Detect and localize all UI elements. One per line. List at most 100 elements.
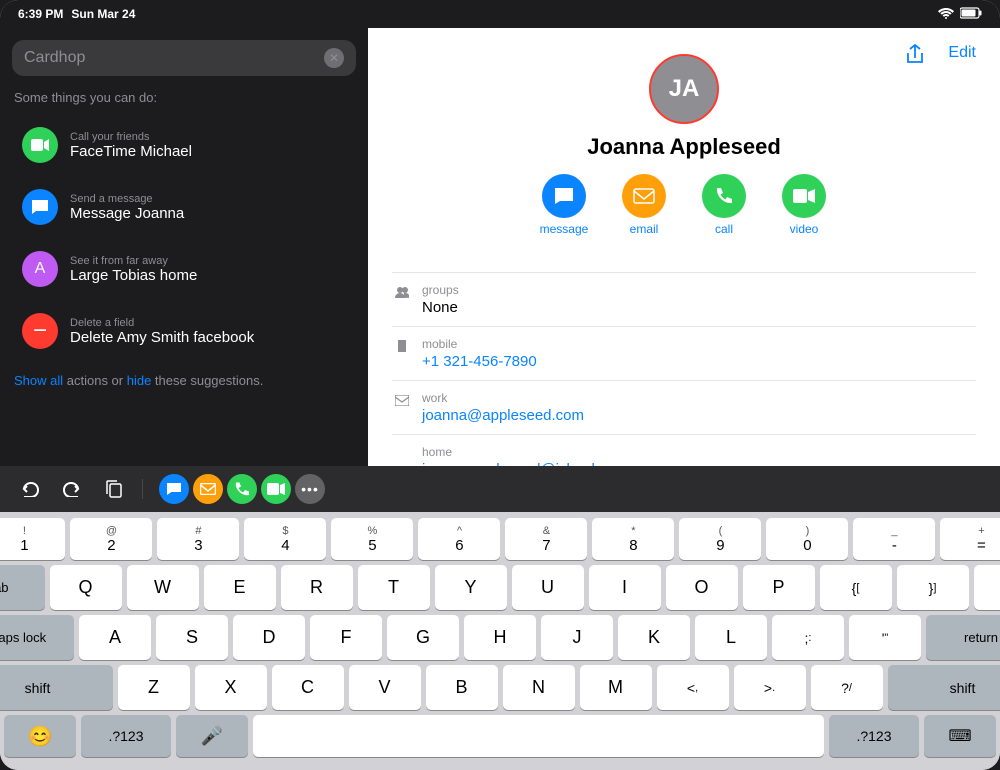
key-quote[interactable]: '" — [849, 615, 921, 660]
key-spacebar[interactable] — [253, 715, 824, 757]
toolbar-message-icon[interactable] — [159, 474, 189, 504]
key-t[interactable]: T — [358, 565, 430, 610]
search-input[interactable] — [24, 49, 324, 67]
mobile-value[interactable]: +1 321-456-7890 — [422, 353, 976, 370]
facetime-text: Call your friends FaceTime Michael — [70, 131, 192, 160]
key-b[interactable]: B — [426, 665, 498, 710]
key-a[interactable]: A — [79, 615, 151, 660]
key-123-right[interactable]: .?123 — [829, 715, 919, 757]
key-7[interactable]: & 7 — [505, 518, 587, 560]
key-w[interactable]: W — [127, 565, 199, 610]
action-call[interactable]: call — [694, 174, 754, 236]
field-home-email[interactable]: home joanna.appleseed@icloud.com — [392, 435, 976, 466]
key-2[interactable]: @ 2 — [70, 518, 152, 560]
key-hide-keyboard[interactable]: ⌨ — [924, 715, 996, 757]
work-email-value[interactable]: joanna@appleseed.com — [422, 407, 976, 424]
key-c[interactable]: C — [272, 665, 344, 710]
key-shift-right[interactable]: shift — [888, 665, 1000, 710]
key-0[interactable]: ) 0 — [766, 518, 848, 560]
keyboard-qwerty-row: tab Q W E R T Y U I O P {[ }] |\ — [4, 565, 996, 610]
key-open-bracket[interactable]: {[ — [820, 565, 892, 610]
mobile-label: mobile — [422, 337, 976, 351]
keyboard[interactable]: ~ ! 1 @ 2 # 3 $ 4 % 5 ^ 6 — [0, 512, 1000, 770]
key-u[interactable]: U — [512, 565, 584, 610]
redo-button[interactable] — [54, 473, 90, 505]
suggestion-message[interactable]: Send a message Message Joanna — [12, 179, 356, 235]
key-g[interactable]: G — [387, 615, 459, 660]
key-m[interactable]: M — [580, 665, 652, 710]
key-j[interactable]: J — [541, 615, 613, 660]
key-6[interactable]: ^ 6 — [418, 518, 500, 560]
field-mobile[interactable]: mobile +1 321-456-7890 — [392, 327, 976, 381]
key-n[interactable]: N — [503, 665, 575, 710]
key-backslash[interactable]: |\ — [974, 565, 1000, 610]
groups-icon — [392, 285, 412, 301]
key-v[interactable]: V — [349, 665, 421, 710]
action-email[interactable]: email — [614, 174, 674, 236]
suggestion-delete[interactable]: − Delete a field Delete Amy Smith facebo… — [12, 303, 356, 359]
suggestion-facetime[interactable]: Call your friends FaceTime Michael — [12, 117, 356, 173]
key-semicolon[interactable]: ;: — [772, 615, 844, 660]
edit-button[interactable]: Edit — [948, 44, 976, 62]
toolbar-email-icon[interactable] — [193, 474, 223, 504]
toolbar: ••• — [0, 466, 1000, 512]
key-h[interactable]: H — [464, 615, 536, 660]
home-email-value[interactable]: joanna.appleseed@icloud.com — [422, 461, 976, 466]
key-equals[interactable]: + = — [940, 518, 1000, 560]
key-i[interactable]: I — [589, 565, 661, 610]
key-minus[interactable]: _ - — [853, 518, 935, 560]
key-comma[interactable]: <, — [657, 665, 729, 710]
key-3[interactable]: # 3 — [157, 518, 239, 560]
search-bar[interactable]: ✕ — [12, 40, 356, 76]
key-d[interactable]: D — [233, 615, 305, 660]
groups-value: None — [422, 299, 976, 316]
action-message[interactable]: message — [534, 174, 594, 236]
key-e[interactable]: E — [204, 565, 276, 610]
key-shift-left[interactable]: shift — [0, 665, 113, 710]
show-all-link[interactable]: Show all — [14, 373, 63, 388]
key-o[interactable]: O — [666, 565, 738, 610]
hide-link[interactable]: hide — [127, 373, 152, 388]
key-tab[interactable]: tab — [0, 565, 45, 610]
key-close-bracket[interactable]: }] — [897, 565, 969, 610]
key-slash[interactable]: ?/ — [811, 665, 883, 710]
key-q[interactable]: Q — [50, 565, 122, 610]
keyboard-number-row: ~ ! 1 @ 2 # 3 $ 4 % 5 ^ 6 — [4, 518, 996, 560]
facetime-icon — [22, 127, 58, 163]
message-text: Send a message Message Joanna — [70, 193, 184, 222]
key-caps-lock[interactable]: caps lock — [0, 615, 74, 660]
key-y[interactable]: Y — [435, 565, 507, 610]
share-button[interactable] — [906, 44, 924, 69]
key-9[interactable]: ( 9 — [679, 518, 761, 560]
key-1[interactable]: ! 1 — [0, 518, 65, 560]
key-4[interactable]: $ 4 — [244, 518, 326, 560]
key-8[interactable]: * 8 — [592, 518, 674, 560]
key-microphone[interactable]: 🎤 — [176, 715, 248, 757]
key-p[interactable]: P — [743, 565, 815, 610]
key-l[interactable]: L — [695, 615, 767, 660]
key-5[interactable]: % 5 — [331, 518, 413, 560]
key-return[interactable]: return — [926, 615, 1000, 660]
key-x[interactable]: X — [195, 665, 267, 710]
suggestions-title: Some things you can do: — [12, 90, 356, 105]
action-video[interactable]: video — [774, 174, 834, 236]
key-r[interactable]: R — [281, 565, 353, 610]
toolbar-call-icon[interactable] — [227, 474, 257, 504]
suggestions-list: Call your friends FaceTime Michael Send … — [12, 117, 356, 365]
undo-button[interactable] — [12, 473, 48, 505]
key-k[interactable]: K — [618, 615, 690, 660]
key-f[interactable]: F — [310, 615, 382, 660]
edit-label: Edit — [948, 44, 976, 62]
suggestion-map[interactable]: A See it from far away Large Tobias home — [12, 241, 356, 297]
key-123-left[interactable]: .?123 — [81, 715, 171, 757]
field-work-email[interactable]: work joanna@appleseed.com — [392, 381, 976, 435]
key-period[interactable]: >. — [734, 665, 806, 710]
key-emoji[interactable]: 😊 — [4, 715, 76, 757]
copy-button[interactable] — [96, 473, 132, 505]
search-clear-button[interactable]: ✕ — [324, 48, 344, 68]
key-s[interactable]: S — [156, 615, 228, 660]
status-time: 6:39 PM — [18, 7, 63, 21]
toolbar-more-icon[interactable]: ••• — [295, 474, 325, 504]
toolbar-video-icon[interactable] — [261, 474, 291, 504]
key-z[interactable]: Z — [118, 665, 190, 710]
